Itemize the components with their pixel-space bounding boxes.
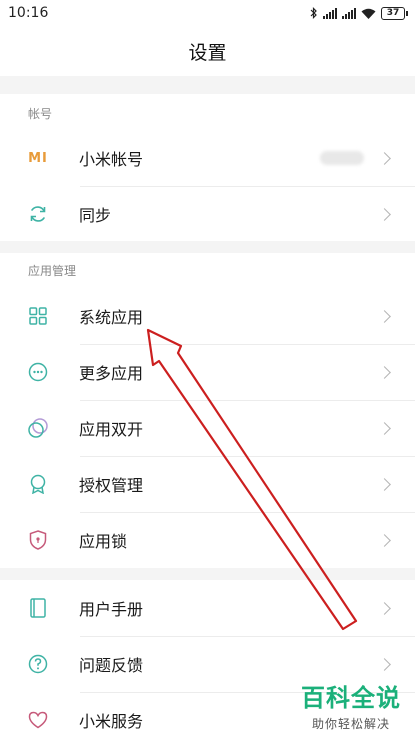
chevron-right-icon xyxy=(378,151,391,165)
page-title: 设置 xyxy=(188,41,227,64)
section-gap xyxy=(0,241,415,253)
settings-item-label: 系统应用 xyxy=(79,308,144,327)
app-lock-shield-icon xyxy=(27,529,49,551)
settings-item-label: 应用双开 xyxy=(79,420,144,439)
signal-icon xyxy=(342,7,356,19)
status-bar: 10:16 37 xyxy=(0,0,415,26)
chevron-right-icon xyxy=(378,309,391,323)
settings-item-label: 用户手册 xyxy=(79,600,144,619)
wifi-icon xyxy=(361,8,376,19)
settings-item-user-manual[interactable]: 用户手册 xyxy=(0,580,415,636)
user-manual-icon xyxy=(27,597,49,619)
settings-item-more-apps[interactable]: 更多应用 xyxy=(0,344,415,400)
watermark-logo: 百科全说 助你轻松解决 xyxy=(301,678,401,732)
bluetooth-icon xyxy=(310,7,317,19)
section-header-account: 帐号 xyxy=(28,107,53,121)
grid-apps-icon xyxy=(27,305,49,327)
mi-logo-icon: MI xyxy=(28,150,48,166)
chevron-right-icon xyxy=(378,533,391,547)
chevron-right-icon xyxy=(378,365,391,379)
status-icons: 37 xyxy=(310,6,408,20)
settings-item-label: 更多应用 xyxy=(79,364,144,383)
settings-item-sync[interactable]: 同步 xyxy=(0,186,415,242)
settings-item-dual-apps[interactable]: 应用双开 xyxy=(0,400,415,456)
settings-item-permission-management[interactable]: 授权管理 xyxy=(0,456,415,512)
mi-service-heart-icon xyxy=(27,709,49,731)
settings-item-label: 问题反馈 xyxy=(79,656,144,675)
watermark-subtitle: 助你轻松解决 xyxy=(311,717,390,731)
chevron-right-icon xyxy=(378,207,391,221)
settings-item-label: 授权管理 xyxy=(79,476,144,495)
watermark-title: 百科全说 xyxy=(301,684,401,712)
chevron-right-icon xyxy=(378,657,391,671)
status-time: 10:16 xyxy=(8,5,49,21)
chevron-right-icon xyxy=(378,421,391,435)
settings-item-label: 应用锁 xyxy=(79,532,128,551)
battery-icon: 37 xyxy=(381,6,408,20)
settings-item-label: 同步 xyxy=(79,206,112,225)
section-gap xyxy=(0,568,415,580)
account-id-blurred xyxy=(320,151,364,165)
settings-item-mi-account[interactable]: MI 小米帐号 xyxy=(0,130,415,186)
feedback-question-icon xyxy=(27,653,49,675)
permission-badge-icon xyxy=(27,473,49,495)
chevron-right-icon xyxy=(378,601,391,615)
more-apps-icon xyxy=(27,361,49,383)
chevron-right-icon xyxy=(378,477,391,491)
settings-item-app-lock[interactable]: 应用锁 xyxy=(0,512,415,568)
settings-item-label: 小米帐号 xyxy=(79,150,144,169)
title-bar: 设置 xyxy=(0,26,415,76)
sync-icon xyxy=(27,203,49,225)
section-header-app-management: 应用管理 xyxy=(28,264,77,278)
settings-item-system-apps[interactable]: 系统应用 xyxy=(0,288,415,344)
dual-apps-icon xyxy=(27,417,49,439)
signal-icon xyxy=(323,7,337,19)
section-gap xyxy=(0,76,415,94)
